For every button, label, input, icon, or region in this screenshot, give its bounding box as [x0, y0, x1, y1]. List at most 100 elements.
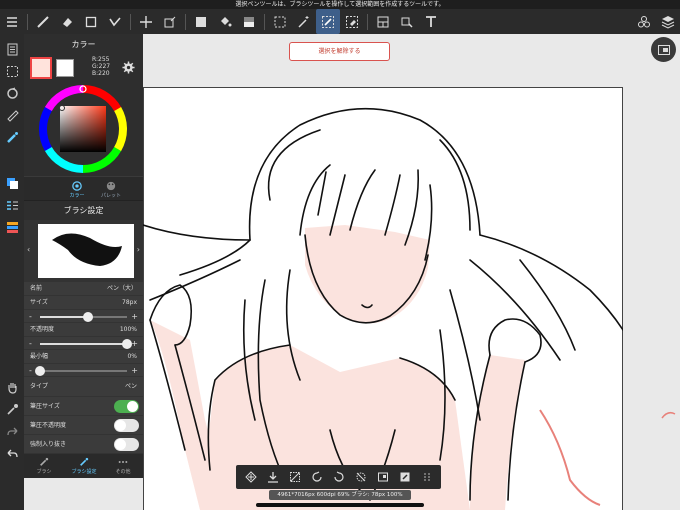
undo-icon[interactable]: [2, 444, 22, 462]
materials-icon[interactable]: [632, 9, 656, 34]
brush-settings-tab-icon[interactable]: [79, 457, 89, 467]
color-tab-icon[interactable]: [72, 181, 82, 191]
color-wheel[interactable]: [24, 82, 143, 176]
text-tool-icon[interactable]: [419, 9, 443, 34]
rgb-g-value: G:227: [92, 63, 111, 70]
operation-tool-icon[interactable]: [395, 9, 419, 34]
select-fill-icon[interactable]: [394, 466, 416, 488]
correction-tool-icon[interactable]: [103, 9, 127, 34]
chevron-right-icon[interactable]: ›: [137, 245, 140, 254]
pressure-size-label: 筆圧サイズ: [30, 403, 60, 410]
force-fade-toggle[interactable]: [114, 438, 139, 451]
pressure-opacity-label: 筆圧不透明度: [30, 422, 67, 429]
palette-tab-icon[interactable]: [106, 181, 116, 191]
more-tab-icon[interactable]: [118, 457, 128, 467]
color-wheel-area[interactable]: [24, 82, 143, 176]
select-tool-icon[interactable]: [268, 9, 292, 34]
min-width-slider-row: - +: [24, 364, 143, 377]
canvas-info-bar: 4961*7016px 600dpi 69% ブラシ: 78px 100%: [269, 490, 411, 500]
frame-divider-icon[interactable]: [371, 9, 395, 34]
drawing-paper[interactable]: [143, 87, 623, 510]
brush-name-value[interactable]: ペン（大）: [107, 282, 137, 296]
redo-icon[interactable]: [2, 422, 22, 440]
move-tool-icon[interactable]: [134, 9, 158, 34]
layer-panel-icon[interactable]: [2, 40, 22, 58]
toolbar-divider: [27, 13, 28, 30]
tab-brush[interactable]: ブラシ: [24, 468, 64, 475]
top-toolbar: [0, 9, 680, 34]
select-pen-icon[interactable]: [316, 9, 340, 34]
size-plus-button[interactable]: +: [131, 310, 138, 323]
size-slider-knob[interactable]: [82, 312, 93, 322]
min-width-slider-knob[interactable]: [35, 366, 45, 376]
select-save-icon[interactable]: [262, 466, 284, 488]
toolbar-divider: [367, 13, 368, 30]
fill-rect-tool-icon[interactable]: [189, 9, 213, 34]
main-color-swatch[interactable]: [30, 57, 52, 79]
rgb-r-value: R:255: [92, 56, 110, 63]
select-expand-icon[interactable]: [328, 466, 350, 488]
deselect-button[interactable]: 選択を解除する: [289, 42, 390, 61]
brush-preview: ‹ ›: [24, 220, 143, 282]
transform-tool-icon[interactable]: [158, 9, 182, 34]
opacity-slider-row: - +: [24, 337, 143, 350]
tab-more[interactable]: その他: [103, 468, 143, 475]
gear-icon[interactable]: [122, 61, 135, 74]
toggle-knob: [127, 401, 138, 412]
min-width-slider[interactable]: [35, 366, 127, 376]
brush-list-icon[interactable]: [2, 196, 22, 214]
pressure-size-row: 筆圧サイズ: [24, 397, 143, 416]
select-clear-icon[interactable]: [350, 466, 372, 488]
brush-type-value[interactable]: ペン: [125, 377, 137, 397]
bucket-tool-icon[interactable]: [213, 9, 237, 34]
drag-handle-icon[interactable]: [416, 466, 438, 488]
brush-opacity-row: 不透明度 100%: [24, 323, 143, 337]
magic-wand-icon[interactable]: [292, 9, 316, 34]
brush-size-icon[interactable]: [2, 128, 22, 146]
hand-icon[interactable]: [2, 378, 22, 396]
eraser-tool-icon[interactable]: [55, 9, 79, 34]
select-transform-icon[interactable]: [240, 466, 262, 488]
select-eraser-icon[interactable]: [340, 9, 364, 34]
brush-tool-icon[interactable]: [31, 9, 55, 34]
sub-color-swatch[interactable]: [56, 59, 74, 77]
gradient-tool-icon[interactable]: [237, 9, 261, 34]
layer-toggle-button[interactable]: [651, 37, 676, 62]
shape-tool-icon[interactable]: [79, 9, 103, 34]
layers-icon[interactable]: [656, 9, 680, 34]
pressure-size-toggle[interactable]: [114, 400, 139, 413]
color-swatch-row: R:255 G:227 B:220: [24, 56, 143, 82]
toggle-knob: [115, 439, 126, 450]
select-shrink-icon[interactable]: [306, 466, 328, 488]
select-frame-icon[interactable]: [372, 466, 394, 488]
pressure-opacity-toggle[interactable]: [114, 419, 139, 432]
brush-tab-icon[interactable]: [39, 457, 49, 467]
palette-strip-icon[interactable]: [2, 218, 22, 236]
select-invert-icon[interactable]: [284, 466, 306, 488]
brush-name-row[interactable]: 名前 ペン（大）: [24, 282, 143, 296]
menu-icon[interactable]: [0, 9, 24, 34]
brush-stroke-shape: [52, 233, 122, 266]
rgb-readout: R:255 G:227 B:220: [92, 56, 110, 77]
brush-type-row[interactable]: タイプ ペン: [24, 377, 143, 397]
color-panel-icon[interactable]: [2, 174, 22, 192]
chevron-left-icon[interactable]: ‹: [27, 245, 30, 254]
color-panel-title: カラー: [71, 40, 96, 49]
brush-size-value: 78px: [122, 299, 137, 306]
min-width-minus-button[interactable]: -: [29, 364, 32, 377]
opacity-minus-button[interactable]: -: [29, 337, 32, 350]
min-width-plus-button[interactable]: +: [131, 364, 138, 377]
rotate-icon[interactable]: [2, 84, 22, 102]
tab-brush-settings[interactable]: ブラシ設定: [64, 468, 104, 475]
selection-panel-icon[interactable]: [2, 62, 22, 80]
opacity-slider[interactable]: [40, 339, 132, 349]
tab-palette[interactable]: パレット: [86, 192, 136, 199]
rgb-b-value: B:220: [92, 70, 110, 77]
opacity-plus-button[interactable]: +: [131, 337, 138, 350]
size-slider[interactable]: [40, 312, 127, 322]
size-minus-button[interactable]: -: [29, 310, 32, 323]
pressure-opacity-row: 筆圧不透明度: [24, 416, 143, 435]
eyedropper-icon[interactable]: [2, 400, 22, 418]
ruler-icon[interactable]: [2, 106, 22, 124]
brush-panel-tabs: ブラシ ブラシ設定 その他: [24, 454, 143, 478]
